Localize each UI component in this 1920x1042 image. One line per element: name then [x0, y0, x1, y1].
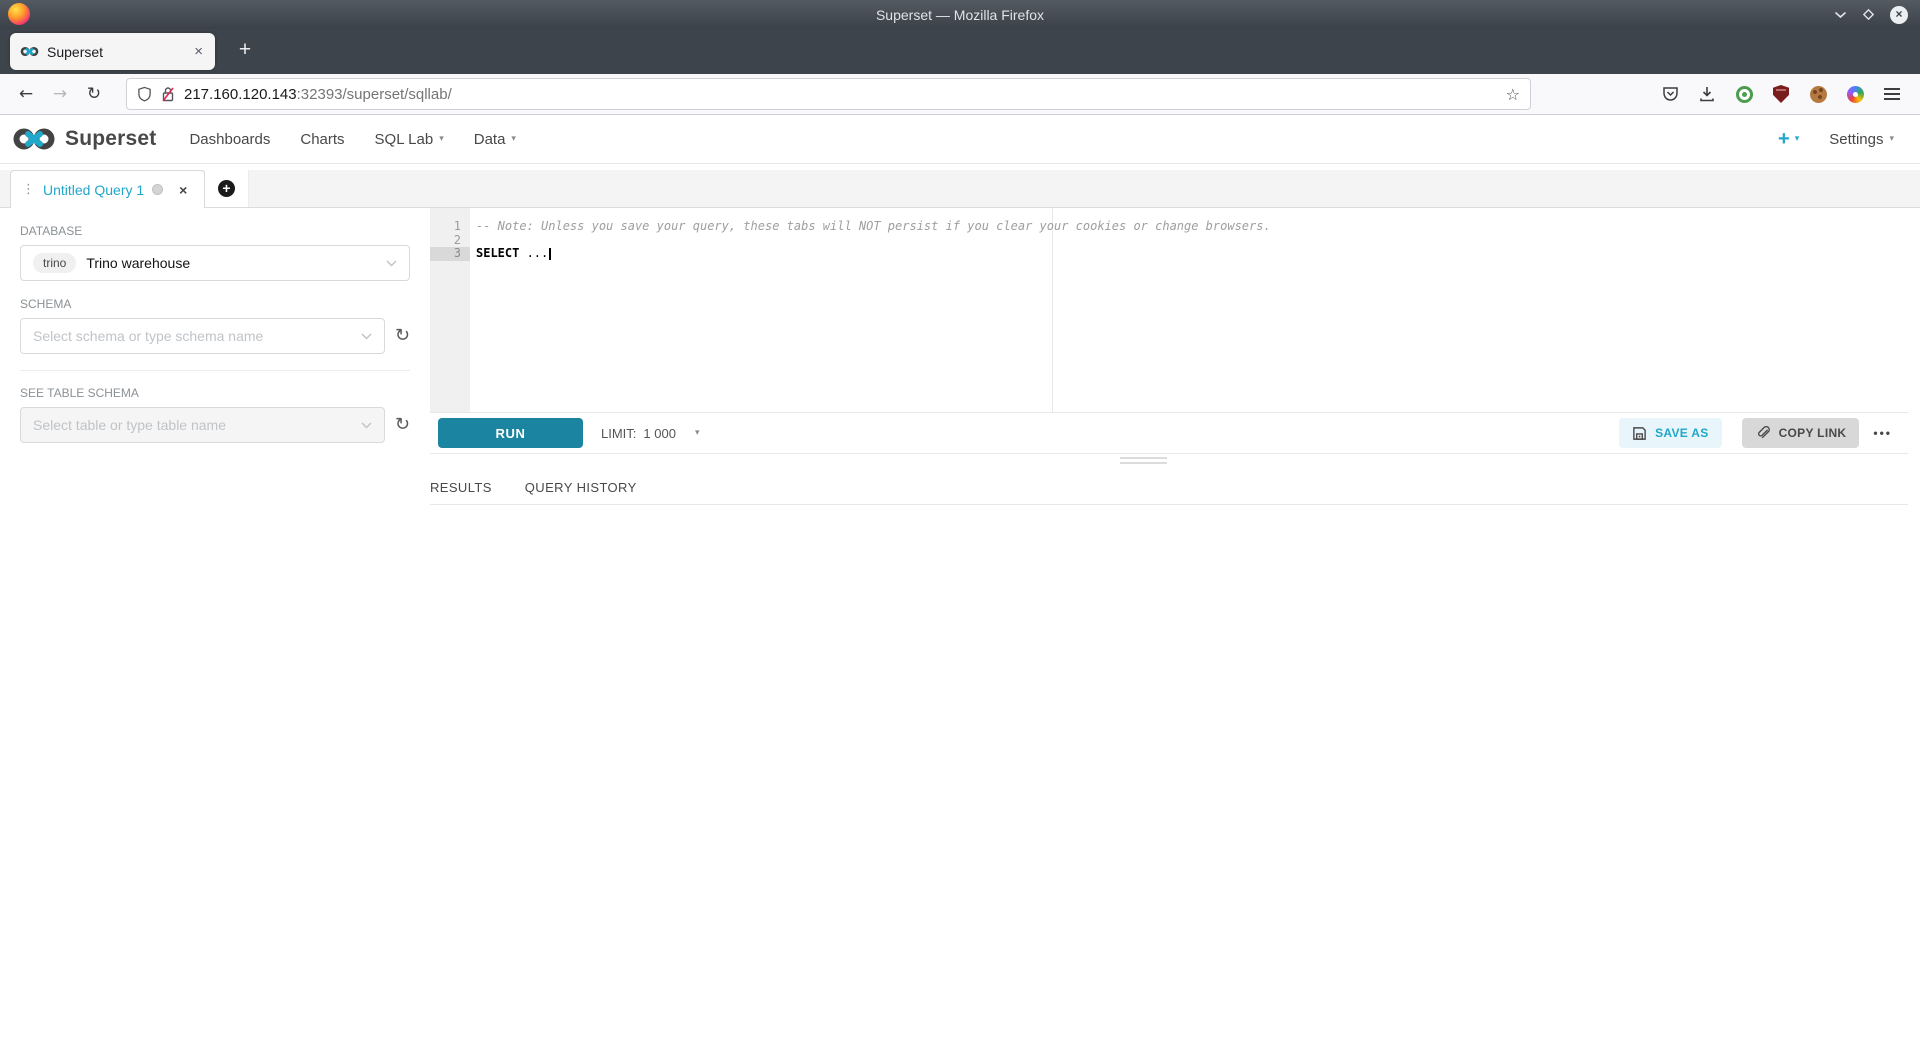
url-bar[interactable]: 217.160.120.143:32393/superset/sqllab/ ☆ — [126, 78, 1531, 110]
bookmark-star-icon[interactable]: ☆ — [1506, 85, 1520, 104]
ublock-origin-icon[interactable] — [1769, 82, 1793, 106]
run-button[interactable]: RUN — [438, 418, 583, 448]
query-tab-active[interactable]: ⋮ Untitled Query 1 × — [10, 170, 205, 208]
limit-value: 1 000 — [643, 426, 676, 441]
url-text[interactable]: 217.160.120.143:32393/superset/sqllab/ — [184, 86, 1497, 103]
sql-editor-pane: 1 2 3 -- Note: Unless you save your quer… — [430, 208, 1908, 1041]
editor-gutter: 1 2 3 — [430, 208, 470, 412]
more-options-icon[interactable]: ••• — [1873, 426, 1892, 440]
line-number: 1 — [430, 220, 461, 234]
chevron-down-icon — [361, 422, 372, 429]
chevron-down-icon: ▾ — [695, 428, 700, 438]
tab-query-history[interactable]: QUERY HISTORY — [525, 480, 637, 495]
pocket-icon[interactable] — [1658, 82, 1682, 106]
query-tab-title: Untitled Query 1 — [43, 182, 144, 198]
nav-item-data[interactable]: Data▾ — [459, 131, 531, 148]
tab-results[interactable]: RESULTS — [430, 480, 492, 495]
superset-logo[interactable]: Superset — [12, 127, 156, 151]
nav-item-charts[interactable]: Charts — [285, 131, 359, 148]
forward-icon[interactable]: → — [44, 79, 76, 109]
sql-blank-line — [476, 234, 1908, 248]
sql-comment-line: -- Note: Unless you save your query, the… — [476, 220, 1908, 234]
sql-statement-line: SELECT ... — [476, 247, 1908, 261]
text-cursor — [549, 248, 551, 260]
query-tab-bar: ⋮ Untitled Query 1 × + — [0, 170, 1920, 208]
url-path: :32393/superset/sqllab/ — [297, 86, 452, 103]
database-value: Trino warehouse — [86, 255, 376, 271]
save-icon — [1632, 426, 1647, 441]
copy-link-button[interactable]: COPY LINK — [1742, 418, 1860, 448]
plus-circle-icon: + — [218, 180, 235, 197]
database-engine-tag: trino — [33, 253, 76, 273]
downloads-icon[interactable] — [1695, 82, 1719, 106]
back-icon[interactable]: ← — [10, 79, 42, 109]
limit-dropdown[interactable]: LIMIT: 1 000 ▾ — [601, 426, 699, 441]
shield-icon[interactable] — [137, 86, 152, 102]
schema-select[interactable]: Select schema or type schema name — [20, 318, 385, 354]
pinwheel-extension-icon[interactable] — [1843, 82, 1867, 106]
pane-resize-zone — [430, 454, 1908, 468]
database-label: DATABASE — [20, 224, 410, 238]
superset-infinity-icon — [12, 127, 56, 151]
browser-toolbar: ← → ↻ 217.160.120.143:32393/superset/sql… — [0, 74, 1920, 115]
table-schema-label: SEE TABLE SCHEMA — [20, 386, 410, 400]
brand-name: Superset — [65, 127, 156, 151]
window-title: Superset — Mozilla Firefox — [0, 7, 1920, 23]
drag-handle-icon[interactable]: ⋮ — [22, 182, 35, 197]
database-select[interactable]: trino Trino warehouse — [20, 245, 410, 281]
extension-green-icon[interactable] — [1732, 82, 1756, 106]
query-status-dot — [152, 184, 163, 195]
table-placeholder: Select table or type table name — [33, 417, 351, 433]
sql-keyword: SELECT — [476, 246, 519, 260]
sql-code-editor[interactable]: 1 2 3 -- Note: Unless you save your quer… — [430, 208, 1908, 412]
refresh-tables-icon[interactable]: ↻ — [395, 416, 410, 434]
chevron-down-icon: ▾ — [511, 134, 516, 144]
chevron-down-icon: ▾ — [439, 134, 444, 144]
window-maximize-icon[interactable] — [1862, 8, 1875, 21]
editor-toolbar: RUN LIMIT: 1 000 ▾ SAVE AS COPY LINK ••• — [430, 412, 1908, 454]
settings-menu[interactable]: Settings▾ — [1829, 131, 1894, 148]
nav-item-sql-lab[interactable]: SQL Lab▾ — [360, 131, 459, 148]
main-menu: Dashboards Charts SQL Lab▾ Data▾ — [174, 131, 530, 148]
lock-insecure-icon[interactable] — [161, 86, 175, 103]
table-select[interactable]: Select table or type table name — [20, 407, 385, 443]
sql-rest: ... — [519, 246, 548, 260]
sidebar-divider — [20, 370, 410, 371]
new-tab-button[interactable]: + — [230, 36, 260, 66]
browser-tab-title: Superset — [47, 44, 184, 60]
menu-hamburger-icon[interactable] — [1880, 82, 1904, 106]
schema-label: SCHEMA — [20, 297, 410, 311]
refresh-schemas-icon[interactable]: ↻ — [395, 327, 410, 345]
cookie-extension-icon[interactable] — [1806, 82, 1830, 106]
line-number: 2 — [430, 234, 461, 248]
save-as-button[interactable]: SAVE AS — [1619, 418, 1721, 448]
add-query-tab-button[interactable]: + — [205, 170, 249, 207]
reload-icon[interactable]: ↻ — [78, 79, 110, 109]
resize-grip-handle[interactable] — [1120, 457, 1167, 464]
window-close-icon[interactable]: × — [1890, 6, 1908, 24]
south-pane-tabs: RESULTS QUERY HISTORY — [430, 480, 1908, 505]
limit-label: LIMIT: — [601, 426, 636, 441]
link-icon — [1755, 426, 1771, 441]
schema-placeholder: Select schema or type schema name — [33, 328, 351, 344]
chevron-down-icon: ▾ — [1889, 134, 1894, 144]
superset-favicon — [20, 46, 39, 57]
browser-tabbar: Superset × + — [0, 29, 1920, 74]
add-new-button[interactable]: +▾ — [1778, 128, 1799, 151]
url-host: 217.160.120.143 — [184, 86, 297, 103]
window-minimize-icon[interactable] — [1834, 11, 1847, 19]
nav-item-dashboards[interactable]: Dashboards — [174, 131, 285, 148]
browser-tab-superset[interactable]: Superset × — [10, 33, 215, 70]
chevron-down-icon — [386, 260, 397, 267]
browser-tab-close-icon[interactable]: × — [192, 43, 205, 60]
chevron-down-icon: ▾ — [1795, 134, 1800, 144]
superset-navbar: Superset Dashboards Charts SQL Lab▾ Data… — [0, 115, 1920, 164]
editor-content[interactable]: -- Note: Unless you save your query, the… — [470, 208, 1908, 412]
query-tab-close-icon[interactable]: × — [179, 182, 187, 198]
line-number-active: 3 — [430, 247, 470, 261]
sqllab-sidebar: DATABASE trino Trino warehouse SCHEMA Se… — [0, 208, 430, 1041]
window-titlebar: Superset — Mozilla Firefox × — [0, 0, 1920, 29]
chevron-down-icon — [361, 333, 372, 340]
